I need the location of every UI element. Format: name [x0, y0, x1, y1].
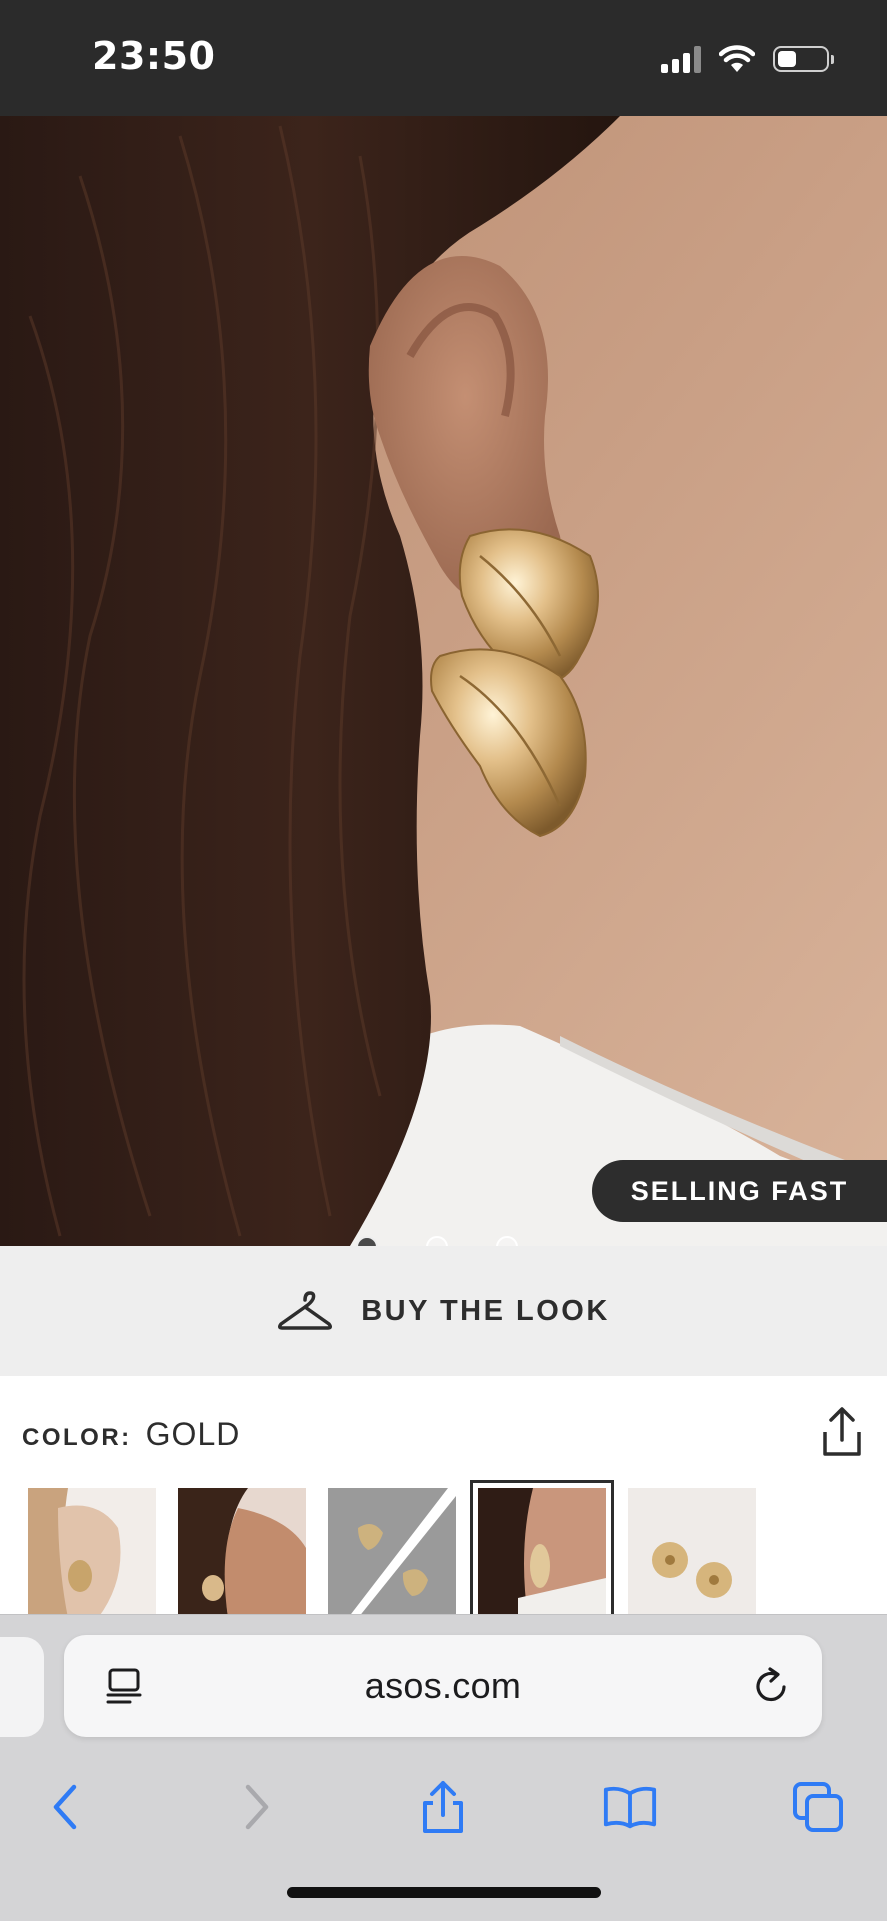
cellular-signal-icon — [661, 45, 701, 73]
status-icons — [661, 42, 834, 76]
status-time: 23:50 — [92, 34, 216, 78]
share-icon — [423, 1781, 463, 1833]
thumb-model-front[interactable] — [28, 1488, 156, 1618]
product-image-carousel[interactable] — [0, 116, 887, 1246]
hanger-icon — [278, 1291, 333, 1330]
buy-the-look-button[interactable]: BUY THE LOOK — [0, 1246, 887, 1376]
thumb-image — [328, 1488, 456, 1618]
tabs-icon — [793, 1782, 843, 1832]
bookmarks-button[interactable] — [602, 1779, 658, 1835]
back-button[interactable] — [38, 1779, 94, 1835]
status-bar: 23:50 — [0, 0, 887, 116]
color-value: GOLD — [145, 1416, 241, 1452]
browser-toolbar: asos.com — [0, 1614, 887, 1921]
carousel-dot-3[interactable] — [496, 1236, 518, 1246]
product-share-icon[interactable] — [817, 1404, 867, 1460]
address-bar[interactable]: asos.com — [64, 1635, 822, 1737]
thumb-image — [478, 1488, 606, 1618]
battery-icon — [773, 46, 834, 72]
back-icon — [53, 1784, 77, 1830]
thumb-image — [28, 1488, 156, 1618]
color-label: COLOR: — [22, 1424, 132, 1451]
thumb-product-flat[interactable] — [328, 1488, 456, 1618]
carousel-dot-2[interactable] — [426, 1236, 448, 1246]
tabs-button[interactable] — [790, 1779, 846, 1835]
forward-button[interactable] — [228, 1779, 284, 1835]
battery-level — [778, 51, 796, 67]
selling-fast-badge: SELLING FAST — [592, 1160, 887, 1222]
url-text: asos.com — [364, 1665, 522, 1706]
thumb-image — [628, 1488, 756, 1618]
wifi-icon — [719, 45, 755, 72]
carousel-dots[interactable] — [356, 1236, 518, 1246]
thumb-image — [178, 1488, 306, 1618]
thumb-product-pair[interactable] — [628, 1488, 756, 1618]
bookmarks-icon — [603, 1786, 657, 1829]
color-thumbnails — [28, 1480, 756, 1626]
browser-share-button[interactable] — [415, 1779, 471, 1835]
reload-icon[interactable] — [750, 1665, 792, 1707]
safari-bottom-toolbar — [0, 1761, 887, 1851]
thumb-model-side[interactable] — [178, 1488, 306, 1618]
product-photo — [0, 116, 887, 1246]
home-indicator — [287, 1887, 601, 1898]
thumb-model-closeup[interactable] — [470, 1480, 614, 1626]
carousel-dot-1[interactable] — [356, 1236, 378, 1246]
forward-icon — [245, 1784, 269, 1830]
color-row: COLOR: GOLD — [22, 1416, 240, 1453]
previous-tab-peek[interactable] — [0, 1637, 44, 1737]
buy-the-look-label: BUY THE LOOK — [361, 1294, 610, 1327]
